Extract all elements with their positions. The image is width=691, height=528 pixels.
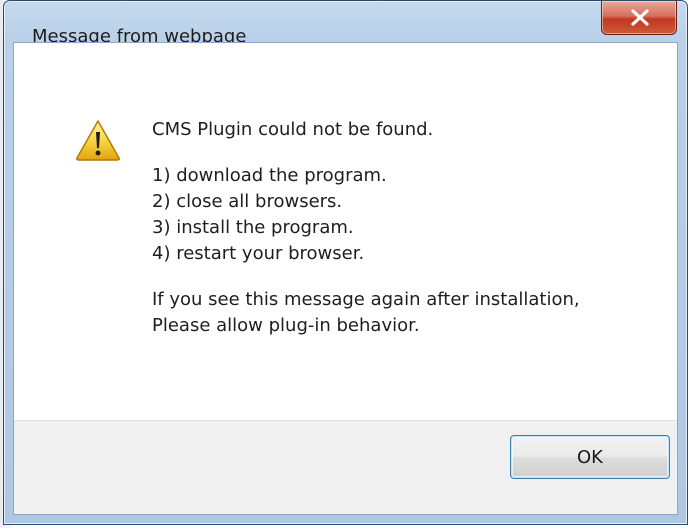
message-spacer	[152, 143, 580, 163]
message-line: 1) download the program.	[152, 165, 387, 186]
message-line: If you see this message again after inst…	[152, 289, 580, 310]
message-line: CMS Plugin could not be found.	[152, 119, 434, 140]
message-line: Please allow plug-in behavior.	[152, 315, 420, 336]
close-button[interactable]	[601, 1, 677, 35]
warning-icon	[76, 120, 120, 161]
message-line: 2) close all browsers.	[152, 191, 343, 212]
message-text: CMS Plugin could not be found. 1) downlo…	[152, 117, 580, 339]
message-line: 4) restart your browser.	[152, 243, 365, 264]
message-dialog: Message from webpage CMS Plugin could no…	[3, 0, 688, 525]
ok-button[interactable]: OK	[510, 435, 670, 479]
message-line: 3) install the program.	[152, 217, 354, 238]
dialog-footer: OK	[14, 420, 677, 514]
close-icon	[631, 9, 649, 26]
dialog-body: CMS Plugin could not be found. 1) downlo…	[13, 42, 678, 515]
message-spacer	[152, 267, 580, 287]
